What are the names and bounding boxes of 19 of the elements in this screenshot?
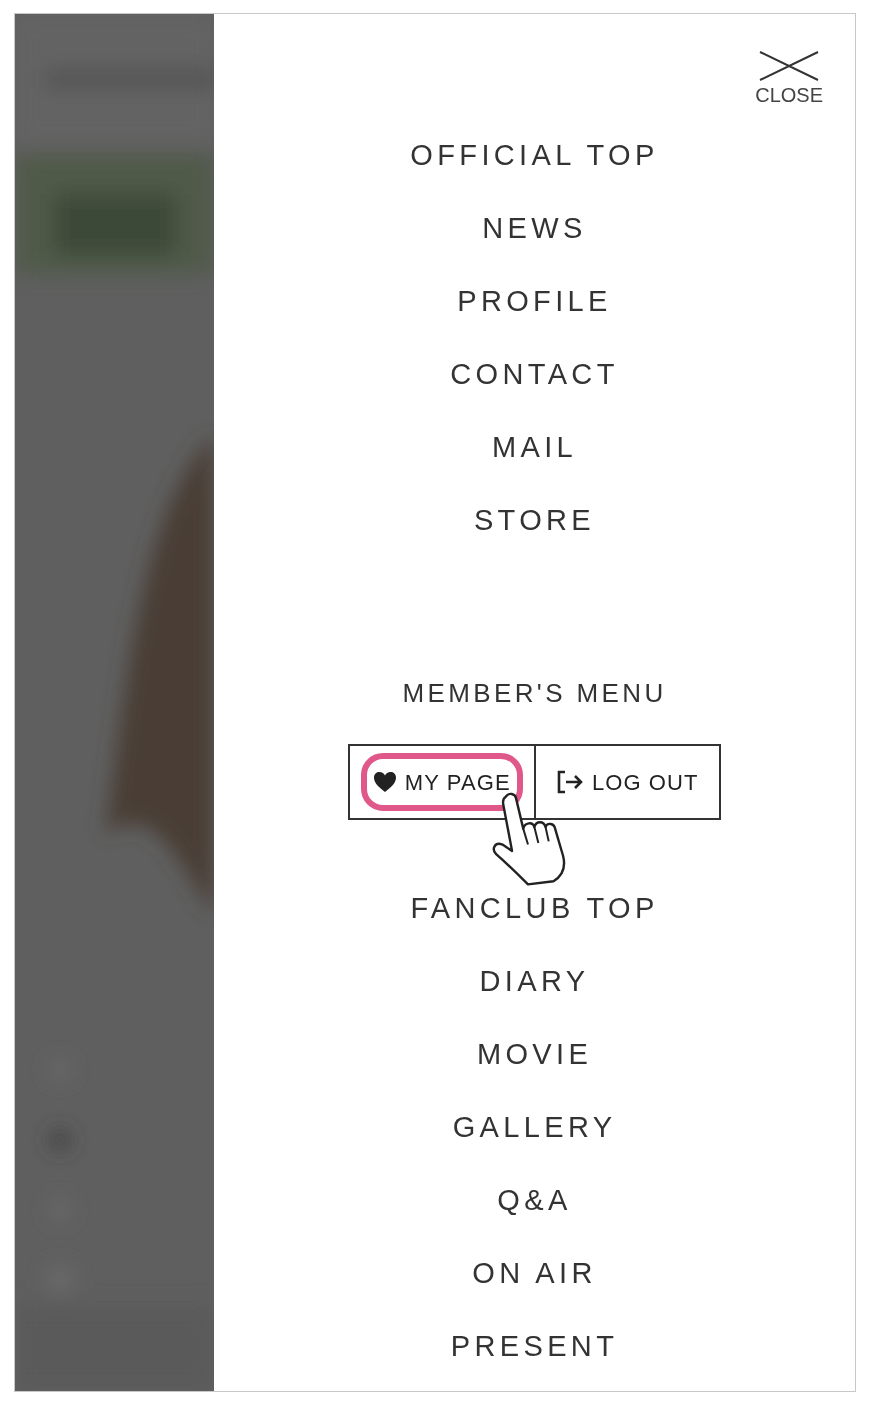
menu-link[interactable]: STORE bbox=[473, 498, 596, 543]
menu-link[interactable]: PROFILE bbox=[457, 279, 612, 324]
menu-link[interactable]: ON AIR bbox=[472, 1251, 597, 1296]
menu-link[interactable]: NEWS bbox=[482, 206, 587, 251]
logout-icon bbox=[555, 770, 584, 794]
menu-link[interactable]: Q&A bbox=[497, 1178, 572, 1223]
section-heading: MEMBER'S MENU bbox=[402, 676, 667, 710]
menu-link[interactable]: DIARY bbox=[479, 959, 590, 1004]
heart-icon bbox=[372, 771, 397, 793]
menu-link[interactable]: OFFICIAL TOP bbox=[410, 133, 659, 178]
menu-link[interactable]: MOVIE bbox=[476, 1032, 593, 1077]
close-button[interactable]: CLOSE bbox=[755, 51, 823, 105]
menu-link[interactable]: CONTACT bbox=[450, 352, 619, 397]
logout-button[interactable]: LOG OUT bbox=[543, 753, 711, 811]
menu-link[interactable]: MAIL bbox=[491, 425, 578, 470]
menu-link[interactable]: PRESENT bbox=[450, 1324, 619, 1369]
close-icon bbox=[759, 51, 820, 81]
menu-link[interactable]: GALLERY bbox=[452, 1105, 617, 1150]
menu-link[interactable]: FANCLUB TOP bbox=[410, 886, 659, 931]
